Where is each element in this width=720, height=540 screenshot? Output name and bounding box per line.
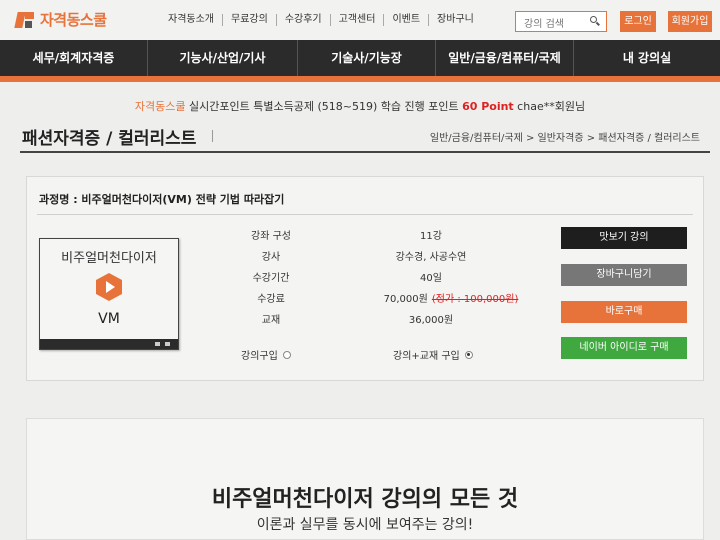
option-lecture-book[interactable]: 강의+교재 구입 — [393, 347, 473, 362]
course-panel: 과정명 : 비주얼머천다이저(VM) 전략 기법 따라잡기 비주얼머천다이저 V… — [26, 176, 704, 381]
login-button[interactable]: 로그인 — [620, 11, 656, 32]
thumbnail-bar — [40, 339, 178, 349]
top-nav: 자격동소개 무료강의 수강후기 고객센터 이벤트 장바구니 — [160, 14, 482, 26]
logo-text: 자격동스쿨 — [40, 11, 107, 29]
promo-title: 비주얼머천다이저 강의의 모든 것 — [211, 487, 519, 512]
course-thumbnail: 비주얼머천다이저 VM — [39, 238, 179, 350]
page-title: 패션자격증 / 컬러리스트 — [22, 129, 197, 149]
search-box — [515, 11, 607, 34]
info-label-fee: 수강료 — [257, 294, 285, 305]
info-value-period: 40일 — [420, 273, 442, 284]
play-icon — [96, 273, 122, 301]
option-lecture-radio[interactable] — [282, 350, 291, 359]
info-value-fee: 70,000원 (정가 : 100,000원) — [351, 290, 551, 305]
info-value-textbook: 36,000원 — [408, 315, 454, 326]
tab-technician[interactable]: 기술사/기능장 — [298, 40, 436, 76]
notice-user: chae**회원님 — [513, 100, 586, 113]
option-lecture-book-label: 강의+교재 구입 — [393, 351, 460, 362]
top-nav-free-lectures[interactable]: 무료강의 — [223, 14, 277, 26]
course-name-value: 비주얼머천다이저(VM) 전략 기법 따라잡기 — [81, 193, 285, 206]
course-name: 과정명 : 비주얼머천다이저(VM) 전략 기법 따라잡기 — [39, 191, 284, 207]
top-nav-cart[interactable]: 장바구니 — [429, 14, 482, 26]
notice-brand: 자격동스쿨 — [134, 100, 186, 113]
notice-text: 실시간포인트 특별소득공제 (518~519) 학습 진행 포인트 — [185, 100, 463, 113]
points-notice: 자격동스쿨 실시간포인트 특별소득공제 (518~519) 학습 진행 포인트 … — [0, 98, 720, 114]
option-lecture[interactable]: 강의구입 — [241, 347, 291, 362]
title-separator — [212, 130, 213, 142]
top-nav-about[interactable]: 자격동소개 — [160, 14, 223, 26]
fee-price: 70,000원 — [383, 294, 428, 305]
info-value-instructor: 강수경, 사공수연 — [395, 252, 467, 263]
site-logo[interactable]: 자격동스쿨 — [14, 9, 107, 30]
course-divider — [37, 214, 693, 215]
brand-logo-icon — [14, 10, 36, 30]
info-value-composition: 11강 — [420, 231, 442, 242]
buy-now-button[interactable]: 바로구매 — [561, 301, 687, 323]
nav-accent-line — [0, 76, 720, 82]
top-nav-events[interactable]: 이벤트 — [384, 14, 430, 26]
option-lecture-book-radio[interactable] — [464, 350, 473, 359]
header-divider — [20, 151, 710, 153]
join-button[interactable]: 회원가입 — [668, 11, 712, 32]
info-label-instructor: 강사 — [261, 252, 281, 263]
notice-points: 60 Point — [462, 100, 514, 113]
top-nav-customer-center[interactable]: 고객센터 — [331, 14, 385, 26]
tab-general-finance[interactable]: 일반/금융/컴퓨터/국제 — [436, 40, 574, 76]
option-lecture-label: 강의구입 — [241, 351, 278, 362]
thumbnail-subtitle: VM — [98, 311, 120, 327]
info-label-period: 수강기간 — [252, 273, 290, 284]
search-icon[interactable] — [590, 16, 600, 26]
main-nav: 세무/회계자격증 기능사/산업/기사 기술사/기능장 일반/금융/컴퓨터/국제 … — [0, 40, 720, 76]
promo-subtitle: 이론과 실무를 동시에 보여주는 강의! — [256, 517, 474, 533]
info-label-textbook: 교재 — [261, 315, 281, 326]
add-to-cart-button[interactable]: 장바구니담기 — [561, 264, 687, 286]
tab-my-classroom[interactable]: 내 강의실 — [574, 40, 720, 76]
top-bar: 자격동스쿨 자격동소개 무료강의 수강후기 고객센터 이벤트 장바구니 로그인 … — [0, 0, 720, 40]
top-nav-reviews[interactable]: 수강후기 — [277, 14, 331, 26]
thumbnail-title: 비주얼머천다이저 — [61, 251, 157, 266]
preview-lecture-button[interactable]: 맛보기 강의 — [561, 227, 687, 249]
info-label-composition: 강좌 구성 — [251, 231, 291, 242]
tab-craftsman-industrial[interactable]: 기능사/산업/기사 — [148, 40, 298, 76]
search-input[interactable] — [516, 15, 586, 34]
naver-buy-button[interactable]: 네이버 아이디로 구매 — [561, 337, 687, 359]
course-name-label: 과정명 : — [39, 193, 82, 206]
fee-original-price: (정가 : 100,000원) — [431, 294, 519, 305]
breadcrumb[interactable]: 일반/금융/컴퓨터/국제 > 일반자격증 > 패션자격증 / 컬러리스트 — [430, 129, 700, 144]
tab-tax-accounting[interactable]: 세무/회계자격증 — [0, 40, 148, 76]
promo-section: 비주얼머천다이저 강의의 모든 것 이론과 실무를 동시에 보여주는 강의! — [26, 418, 704, 540]
